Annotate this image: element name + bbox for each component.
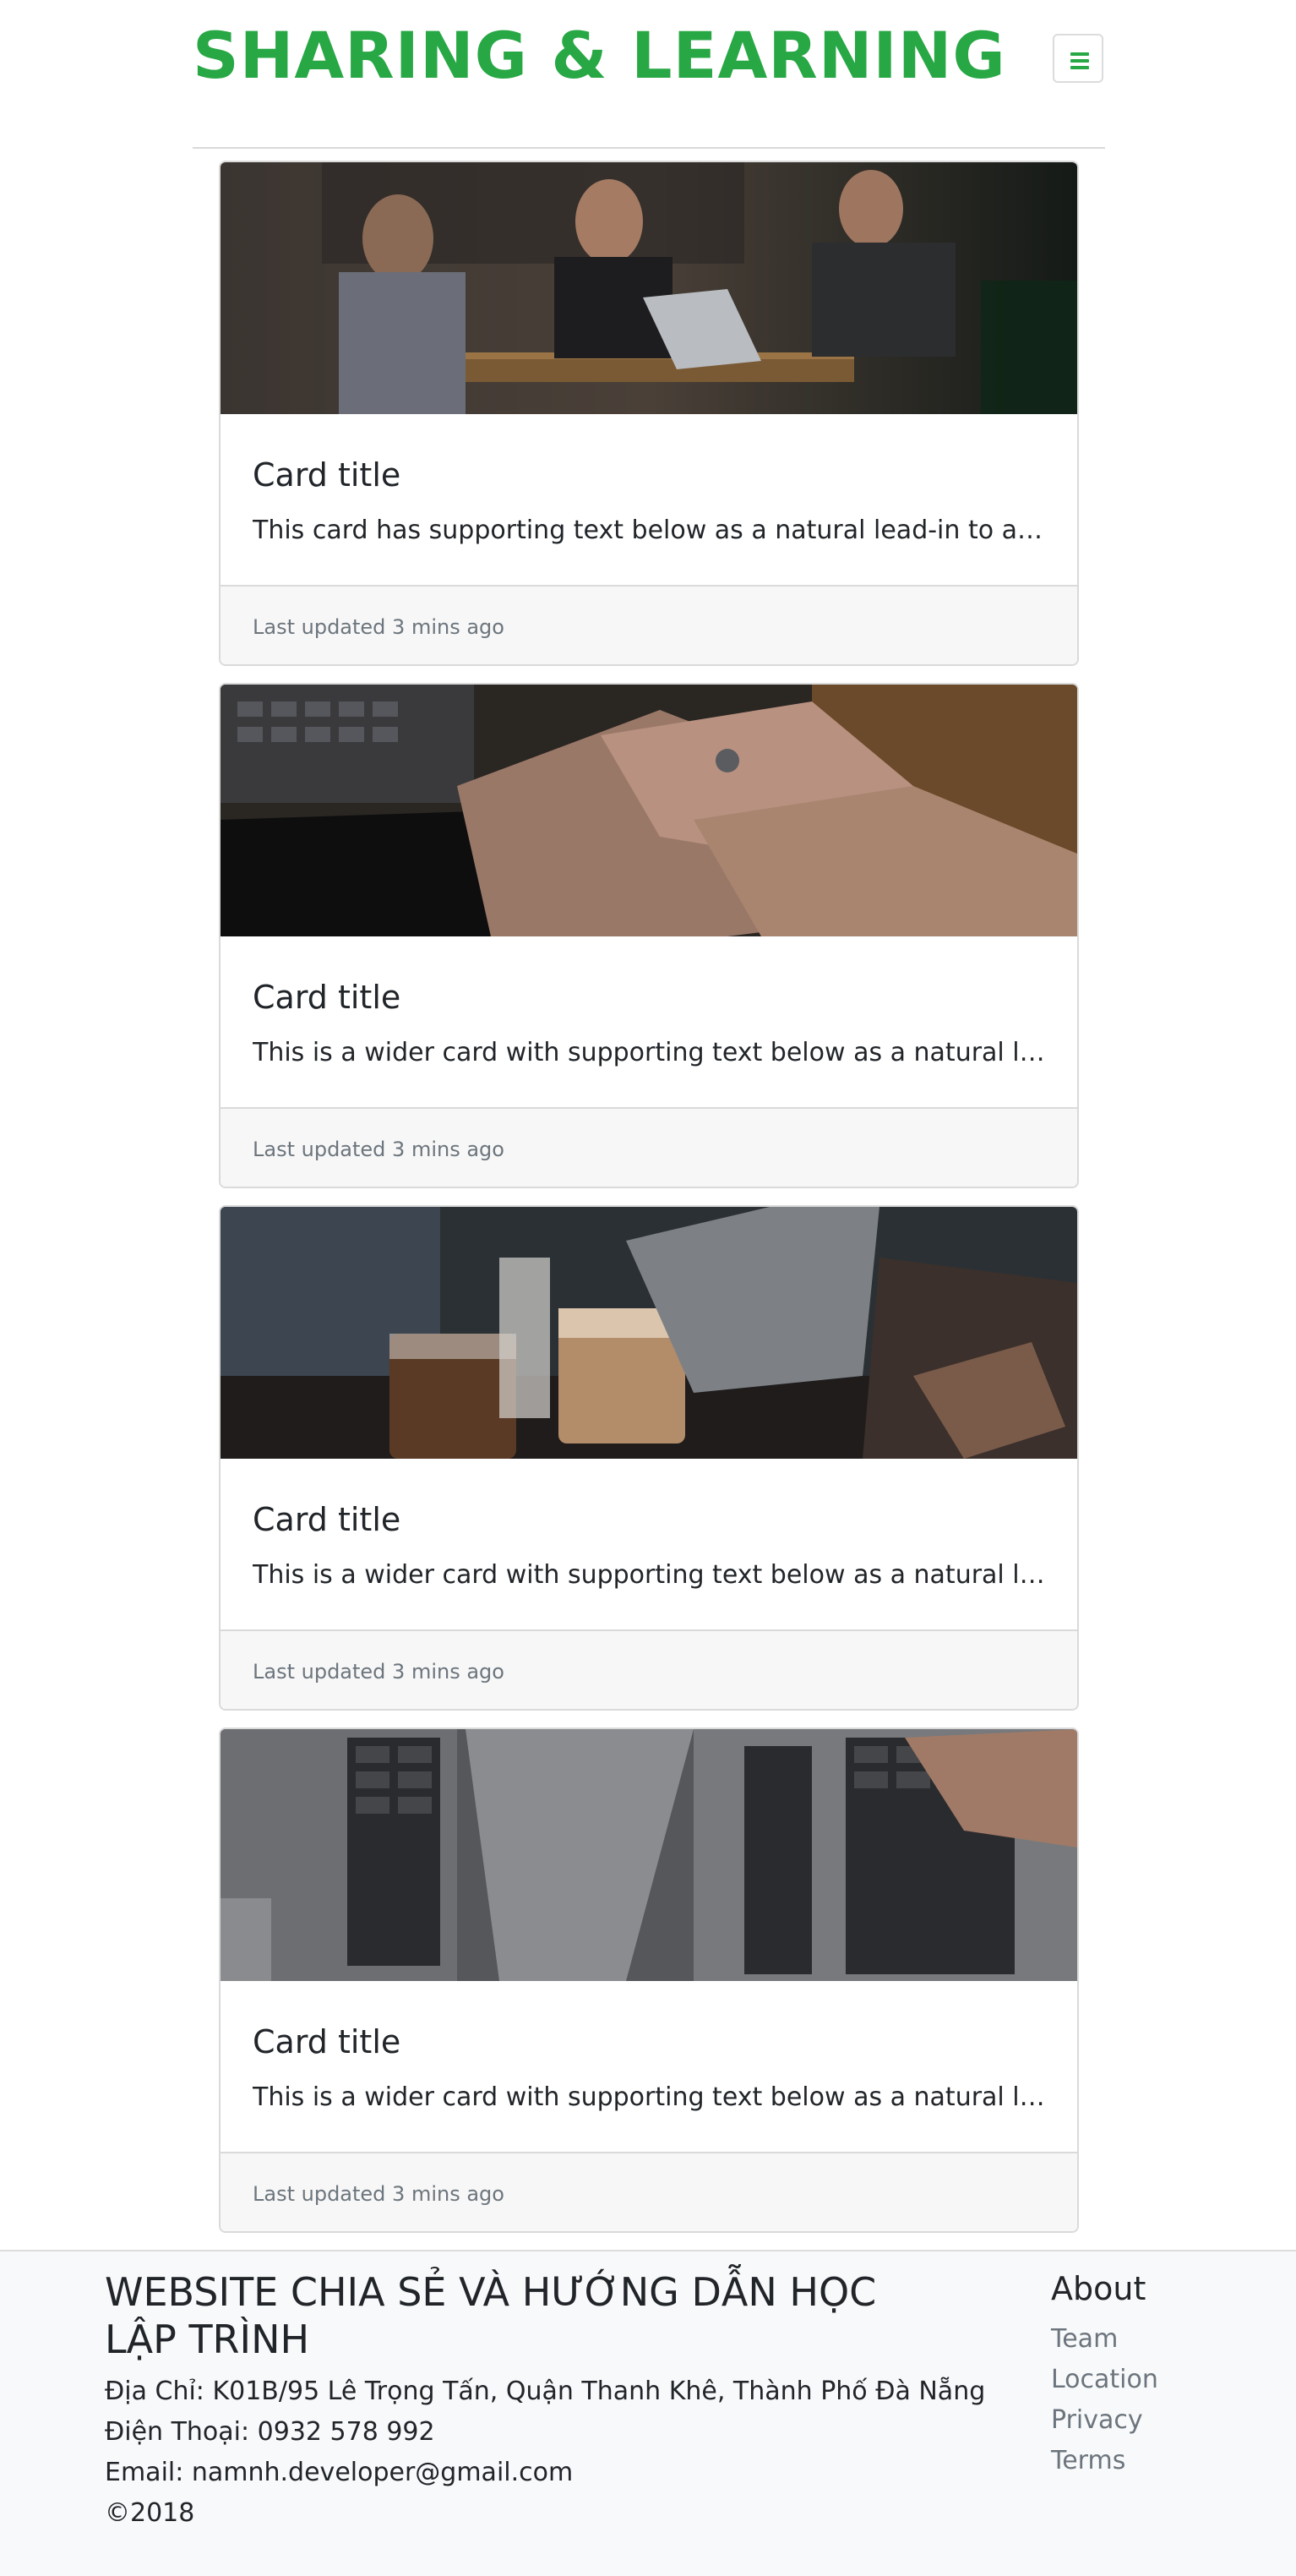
- hamburger-menu-icon: [1070, 52, 1089, 73]
- card: Card title This card has supporting text…: [219, 161, 1079, 666]
- card-updated-text: Last updated 3 mins ago: [253, 2182, 504, 2206]
- card-updated-text: Last updated 3 mins ago: [253, 615, 504, 639]
- card-title: Card title: [253, 979, 401, 1016]
- card-updated-text: Last updated 3 mins ago: [253, 1660, 504, 1684]
- footer-link-team[interactable]: Team: [1051, 2324, 1118, 2354]
- card-title: Card title: [253, 2023, 401, 2060]
- card-image-people-at-table: [221, 162, 1077, 414]
- card: Card title This is a wider card with sup…: [219, 1727, 1079, 2233]
- card-title: Card title: [253, 456, 401, 494]
- footer-copyright: ©2018: [105, 2498, 195, 2528]
- footer-about-heading: About: [1051, 2270, 1146, 2307]
- card-image-stacked-hands: [221, 685, 1077, 936]
- site-footer: WEBSITE CHIA SẺ VÀ HƯỚNG DẪN HỌC LẬP TRÌ…: [0, 2250, 1296, 2576]
- card-updated-text: Last updated 3 mins ago: [253, 1138, 504, 1161]
- card: Card title This is a wider card with sup…: [219, 1205, 1079, 1711]
- brand-logo[interactable]: SHARING & LEARNING: [193, 15, 1006, 96]
- footer-link-location[interactable]: Location: [1051, 2365, 1158, 2394]
- card-footer: Last updated 3 mins ago: [221, 585, 1077, 664]
- card-footer: Last updated 3 mins ago: [221, 2152, 1077, 2231]
- card-footer: Last updated 3 mins ago: [221, 1107, 1077, 1187]
- card-text: This is a wider card with supporting tex…: [253, 1560, 1047, 1590]
- card-image-laptop-keyboards: [221, 1729, 1077, 1981]
- footer-link-privacy[interactable]: Privacy: [1051, 2405, 1143, 2435]
- card-image-coffee-and-laptop: [221, 1207, 1077, 1459]
- navbar-toggle-button[interactable]: [1053, 34, 1103, 83]
- footer-email: Email: namnh.developer@gmail.com: [105, 2458, 574, 2487]
- footer-address: Địa Chỉ: K01B/95 Lê Trọng Tấn, Quận Than…: [105, 2377, 986, 2406]
- card-footer: Last updated 3 mins ago: [221, 1629, 1077, 1709]
- card-title: Card title: [253, 1501, 401, 1538]
- footer-site-name: WEBSITE CHIA SẺ VÀ HƯỚNG DẪN HỌC LẬP TRÌ…: [105, 2269, 877, 2362]
- navbar: SHARING & LEARNING: [193, 0, 1105, 149]
- footer-link-terms[interactable]: Terms: [1051, 2446, 1125, 2475]
- card-text: This is a wider card with supporting tex…: [253, 1038, 1047, 1067]
- card-text: This card has supporting text below as a…: [253, 516, 1047, 545]
- footer-phone: Điện Thoại: 0932 578 992: [105, 2417, 435, 2447]
- card-text: This is a wider card with supporting tex…: [253, 2082, 1047, 2112]
- card: Card title This is a wider card with sup…: [219, 683, 1079, 1188]
